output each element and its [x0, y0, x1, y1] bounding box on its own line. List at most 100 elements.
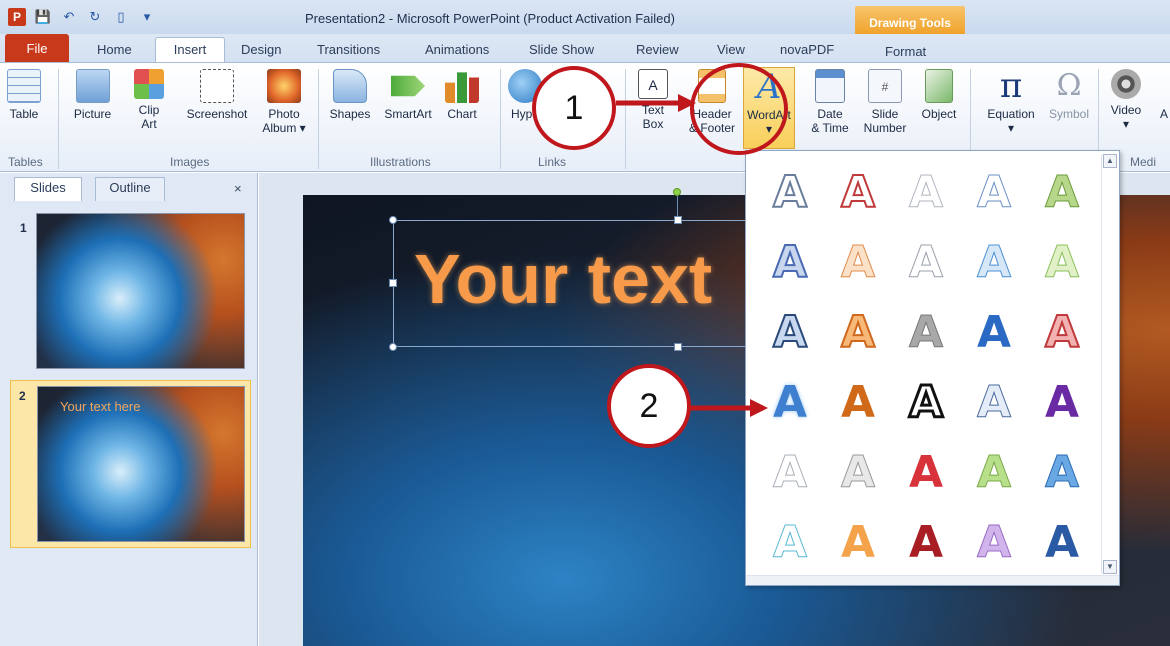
wordart-style[interactable]: A: [892, 373, 960, 431]
wordart-style[interactable]: A: [756, 303, 824, 361]
photo-album-button[interactable]: Photo Album ▾: [258, 69, 310, 135]
slide-number-1: 1: [20, 221, 27, 235]
slide-number-2: 2: [19, 389, 26, 403]
gallery-row: A A A A A: [756, 233, 1096, 291]
wordart-style[interactable]: A: [960, 303, 1028, 361]
wordart-style[interactable]: A: [824, 373, 892, 431]
tab-insert[interactable]: Insert: [155, 37, 225, 64]
redo-icon[interactable]: ↻: [86, 8, 104, 26]
group-label-illustrations: Illustrations: [370, 155, 431, 169]
customize-toolbar-icon[interactable]: ▾: [138, 8, 156, 26]
callout-2-arrow: [690, 399, 768, 417]
wordart-style[interactable]: A: [824, 303, 892, 361]
tab-format[interactable]: Format: [885, 44, 926, 59]
wordart-style[interactable]: A: [1028, 303, 1096, 361]
tab-home[interactable]: Home: [97, 42, 132, 57]
slide-thumbnail-2[interactable]: Your text here: [37, 386, 245, 542]
wordart-style[interactable]: A: [824, 513, 892, 571]
resize-handle[interactable]: [674, 216, 682, 224]
film-reel-icon: [1111, 69, 1141, 99]
wordart-style[interactable]: A: [824, 233, 892, 291]
wordart-style[interactable]: A: [756, 443, 824, 501]
title-bar: P 💾 ↶ ↻ ▯ ▾ Presentation2 - Microsoft Po…: [0, 0, 1170, 34]
gallery-resize-grip[interactable]: [746, 575, 1119, 585]
wordart-style[interactable]: A: [1028, 443, 1096, 501]
wordart-style[interactable]: A: [892, 513, 960, 571]
wordart-style[interactable]: A: [1028, 233, 1096, 291]
quick-access-toolbar: P 💾 ↶ ↻ ▯ ▾: [8, 8, 156, 26]
resize-handle[interactable]: [674, 343, 682, 351]
gallery-row: A A A A A: [756, 303, 1096, 361]
new-document-icon[interactable]: ▯: [112, 8, 130, 26]
gallery-row: A A A A A: [756, 443, 1096, 501]
tab-novapdf[interactable]: novaPDF: [780, 42, 834, 57]
wordart-style[interactable]: A: [756, 513, 824, 571]
tab-file[interactable]: File: [5, 34, 69, 63]
slide-thumbnail-2-selection[interactable]: 2 Your text here: [10, 380, 251, 548]
tab-outline[interactable]: Outline: [95, 177, 165, 201]
photo-album-icon: [267, 69, 301, 103]
wordart-style[interactable]: A: [960, 443, 1028, 501]
wordart-style[interactable]: A: [960, 163, 1028, 221]
wordart-style[interactable]: A: [892, 303, 960, 361]
slides-panel: Slides Outline × 1 2 Your text here: [0, 173, 258, 646]
group-separator: [625, 69, 626, 169]
symbol-button[interactable]: Ω Symbol: [1045, 69, 1093, 122]
wordart-style[interactable]: A: [1028, 373, 1096, 431]
wordart-style[interactable]: A: [756, 233, 824, 291]
wordart-style[interactable]: A: [892, 163, 960, 221]
wordart-style[interactable]: A: [824, 443, 892, 501]
group-label-tables: Tables: [8, 155, 43, 169]
slide-number-button[interactable]: # Slide Number: [860, 69, 910, 135]
slide-thumbnail-1[interactable]: [36, 213, 245, 369]
rotate-handle[interactable]: [673, 188, 681, 196]
rotate-handle-line: [677, 196, 678, 216]
group-separator: [58, 69, 59, 169]
shapes-icon: [333, 69, 367, 103]
gallery-scrollbar[interactable]: ▲ ▼: [1101, 154, 1117, 574]
wordart-style[interactable]: A: [756, 163, 824, 221]
chart-button[interactable]: Chart: [442, 69, 482, 121]
tab-slide-show[interactable]: Slide Show: [529, 42, 594, 57]
picture-button[interactable]: Picture: [65, 69, 120, 121]
clip-art-button[interactable]: Clip Art: [127, 69, 171, 131]
clip-art-icon: [134, 69, 164, 99]
undo-icon[interactable]: ↶: [60, 8, 78, 26]
tab-design[interactable]: Design: [241, 42, 281, 57]
tab-review[interactable]: Review: [636, 42, 679, 57]
resize-handle[interactable]: [389, 343, 397, 351]
resize-handle[interactable]: [389, 216, 397, 224]
wordart-style[interactable]: A: [960, 513, 1028, 571]
pi-icon: π: [999, 66, 1023, 106]
table-button[interactable]: Table: [6, 69, 42, 121]
scroll-down-icon[interactable]: ▼: [1103, 560, 1117, 574]
tab-animations[interactable]: Animations: [425, 42, 489, 57]
wordart-style[interactable]: A: [960, 373, 1028, 431]
chevron-down-icon: ▾: [1007, 121, 1015, 135]
screenshot-button[interactable]: Screenshot: [180, 69, 254, 121]
audio-button[interactable]: A: [1158, 69, 1170, 121]
shapes-button[interactable]: Shapes: [326, 69, 374, 121]
ribbon-tabs: File Home Insert Design Transitions Anim…: [0, 34, 1170, 64]
wordart-style[interactable]: A: [892, 443, 960, 501]
tab-transitions[interactable]: Transitions: [317, 42, 380, 57]
smartart-button[interactable]: SmartArt: [377, 69, 439, 121]
object-button[interactable]: Object: [915, 69, 963, 121]
wordart-style[interactable]: A: [824, 163, 892, 221]
save-icon[interactable]: 💾: [34, 8, 52, 26]
wordart-style[interactable]: A: [892, 233, 960, 291]
resize-handle[interactable]: [389, 279, 397, 287]
tab-slides[interactable]: Slides: [14, 177, 82, 201]
close-icon[interactable]: ×: [234, 181, 242, 196]
video-button[interactable]: Video ▾: [1106, 69, 1146, 131]
equation-button[interactable]: π Equation ▾: [978, 69, 1044, 135]
date-time-button[interactable]: Date & Time: [805, 69, 855, 135]
screenshot-icon: [200, 69, 234, 103]
wordart-style[interactable]: A: [1028, 513, 1096, 571]
powerpoint-logo-icon[interactable]: P: [8, 8, 26, 26]
wordart-style[interactable]: A: [960, 233, 1028, 291]
tab-view[interactable]: View: [717, 42, 745, 57]
scroll-up-icon[interactable]: ▲: [1103, 154, 1117, 168]
wordart-style[interactable]: A: [1028, 163, 1096, 221]
slide-title-text[interactable]: Your text: [414, 239, 712, 319]
